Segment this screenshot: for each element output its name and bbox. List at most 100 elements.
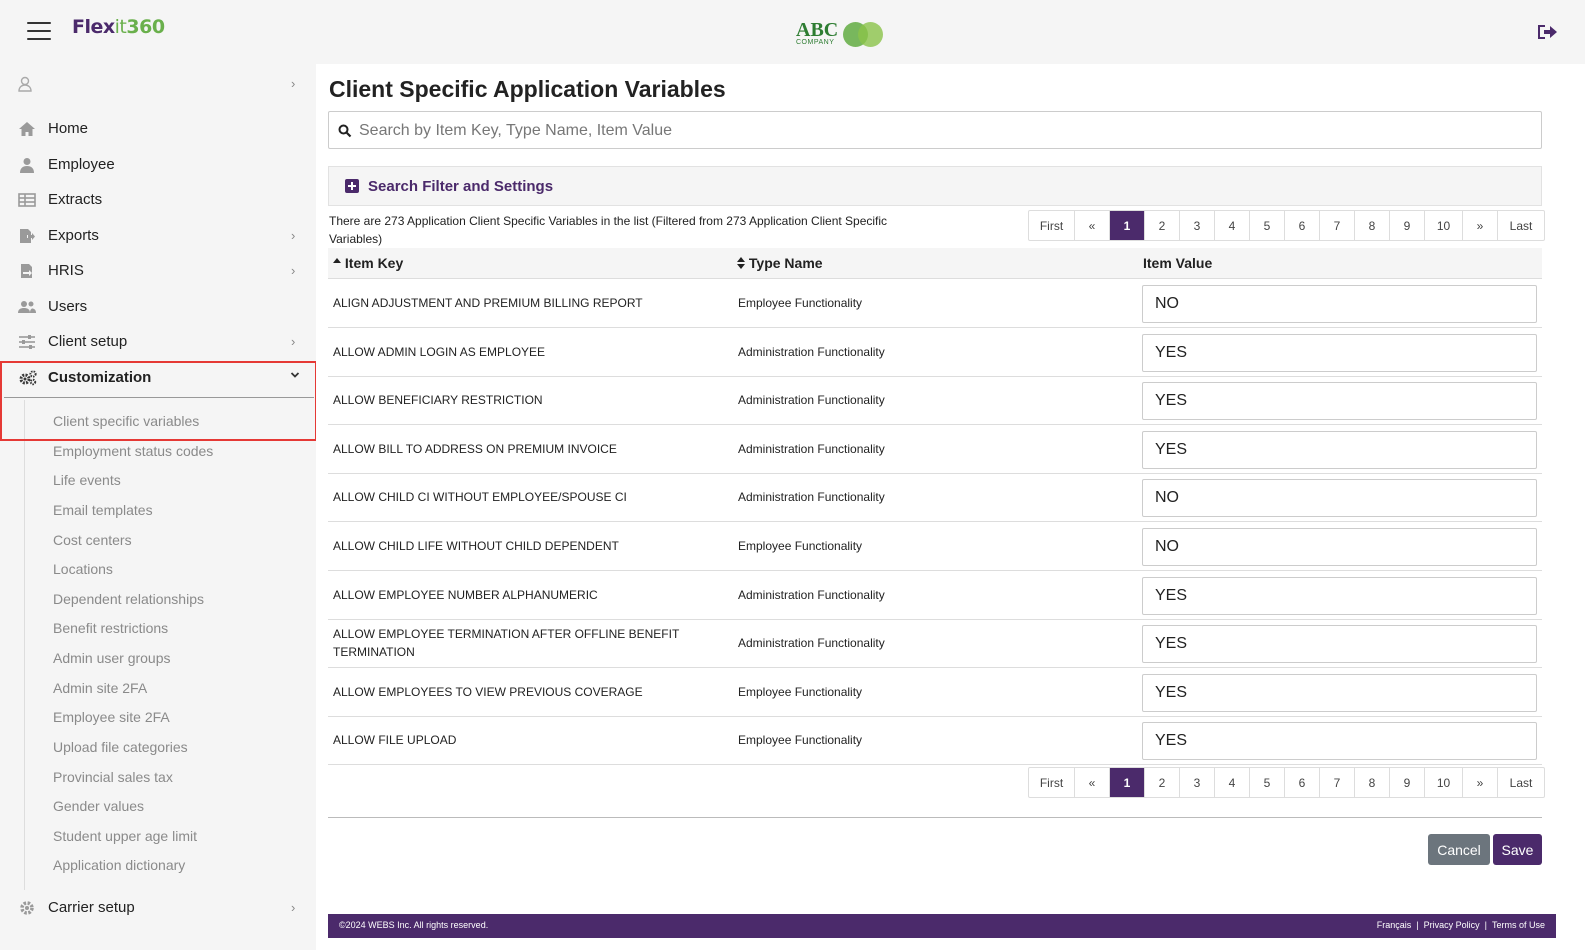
subnav-dependent-relationships[interactable]: Dependent relationships bbox=[53, 591, 204, 607]
type-name-cell: Employee Functionality bbox=[738, 733, 863, 748]
page-button[interactable]: 5 bbox=[1250, 211, 1285, 240]
item-key-cell: ALLOW ADMIN LOGIN AS EMPLOYEE bbox=[333, 344, 546, 359]
search-box bbox=[328, 111, 1542, 149]
sidebar: › Home Employee Extracts Exports › HRIS … bbox=[0, 64, 316, 950]
page-button[interactable]: » bbox=[1463, 768, 1498, 797]
subnav-gender-values[interactable]: Gender values bbox=[53, 798, 144, 814]
subnav-locations[interactable]: Locations bbox=[53, 561, 113, 577]
page-button[interactable]: 7 bbox=[1320, 211, 1355, 240]
item-value-input[interactable] bbox=[1142, 528, 1537, 566]
page-button[interactable]: « bbox=[1075, 768, 1110, 797]
subnav-application-dictionary[interactable]: Application dictionary bbox=[53, 857, 185, 873]
type-name-cell: Administration Functionality bbox=[738, 587, 885, 602]
chevron-right-icon: › bbox=[291, 76, 296, 91]
item-value-input[interactable] bbox=[1142, 576, 1537, 615]
page-button[interactable]: 9 bbox=[1390, 768, 1425, 797]
page-button[interactable]: 4 bbox=[1215, 768, 1250, 797]
page-button[interactable]: 5 bbox=[1250, 768, 1285, 797]
page-button[interactable]: First bbox=[1029, 211, 1075, 240]
table-row: ALLOW EMPLOYEE TERMINATION AFTER OFFLINE… bbox=[328, 619, 1542, 669]
logo-company-text: COMPANY bbox=[796, 39, 835, 46]
page-button[interactable]: 3 bbox=[1180, 211, 1215, 240]
hamburger-menu-icon[interactable] bbox=[27, 22, 51, 42]
subnav-employee-site-2fa[interactable]: Employee site 2FA bbox=[53, 709, 170, 725]
item-value-input[interactable] bbox=[1142, 382, 1537, 421]
users-icon bbox=[18, 299, 36, 315]
sidebar-item-customization[interactable]: Customization bbox=[0, 360, 316, 396]
page-button[interactable]: 1 bbox=[1110, 211, 1145, 240]
page-button[interactable]: 7 bbox=[1320, 768, 1355, 797]
item-value-input[interactable] bbox=[1142, 333, 1537, 372]
copyright-text: ©2024 WEBS Inc. All rights reserved. bbox=[339, 920, 489, 930]
terms-of-use-link[interactable]: Terms of Use bbox=[1492, 920, 1545, 930]
footer: ©2024 WEBS Inc. All rights reserved. Fra… bbox=[328, 914, 1556, 938]
page-button[interactable]: 8 bbox=[1355, 211, 1390, 240]
subnav-guide-line bbox=[24, 400, 25, 890]
item-key-cell: ALLOW EMPLOYEE TERMINATION AFTER OFFLINE… bbox=[333, 627, 680, 660]
page-button[interactable]: 6 bbox=[1285, 211, 1320, 240]
page-button[interactable]: 1 bbox=[1110, 768, 1145, 797]
logout-icon[interactable] bbox=[1536, 22, 1558, 42]
privacy-policy-link[interactable]: Privacy Policy bbox=[1424, 920, 1480, 930]
page-button[interactable]: 8 bbox=[1355, 768, 1390, 797]
search-input[interactable] bbox=[359, 120, 1529, 142]
subnav-life-events[interactable]: Life events bbox=[53, 472, 121, 488]
subnav-client-specific-variables[interactable]: Client specific variables bbox=[53, 413, 199, 429]
subnav-admin-site-2fa[interactable]: Admin site 2FA bbox=[53, 680, 147, 696]
table-row: ALIGN ADJUSTMENT AND PREMIUM BILLING REP… bbox=[328, 279, 1542, 328]
page-button[interactable]: Last bbox=[1498, 768, 1544, 797]
sort-asc-icon bbox=[333, 258, 341, 263]
sidebar-item-users[interactable]: Users bbox=[0, 289, 316, 325]
sidebar-item-label: Exports bbox=[48, 227, 99, 244]
page-button[interactable]: 2 bbox=[1145, 768, 1180, 797]
sidebar-item-home[interactable]: Home bbox=[0, 111, 316, 147]
page-button[interactable]: 3 bbox=[1180, 768, 1215, 797]
sidebar-item-hris[interactable]: HRIS › bbox=[0, 253, 316, 289]
subnav-employment-status-codes[interactable]: Employment status codes bbox=[53, 443, 213, 459]
page-button[interactable]: 6 bbox=[1285, 768, 1320, 797]
table-row: ALLOW BILL TO ADDRESS ON PREMIUM INVOICE… bbox=[328, 425, 1542, 474]
sidebar-item-client-setup[interactable]: Client setup › bbox=[0, 324, 316, 360]
page-button[interactable]: 4 bbox=[1215, 211, 1250, 240]
item-value-input[interactable] bbox=[1142, 479, 1537, 518]
search-filter-toggle[interactable]: Search Filter and Settings bbox=[328, 166, 1542, 206]
save-button[interactable]: Save bbox=[1493, 834, 1542, 865]
column-header-type-name[interactable]: Type Name bbox=[737, 255, 823, 271]
item-value-input[interactable] bbox=[1142, 285, 1537, 323]
plus-square-icon bbox=[345, 179, 359, 193]
brand-text-1: Flex bbox=[72, 16, 115, 38]
subnav-cost-centers[interactable]: Cost centers bbox=[53, 532, 132, 548]
cancel-button[interactable]: Cancel bbox=[1428, 834, 1490, 865]
page-button[interactable]: 10 bbox=[1425, 211, 1463, 240]
sidebar-item-exports[interactable]: Exports › bbox=[0, 218, 316, 254]
page-button[interactable]: « bbox=[1075, 211, 1110, 240]
page-button[interactable]: 2 bbox=[1145, 211, 1180, 240]
sidebar-user-profile[interactable]: › bbox=[0, 66, 316, 102]
subnav-email-templates[interactable]: Email templates bbox=[53, 502, 153, 518]
type-name-cell: Administration Functionality bbox=[738, 441, 885, 456]
page-button[interactable]: Last bbox=[1498, 211, 1544, 240]
subnav-upload-file-categories[interactable]: Upload file categories bbox=[53, 739, 188, 755]
sidebar-item-carrier-setup[interactable]: Carrier setup › bbox=[0, 890, 316, 926]
column-header-item-key[interactable]: Item Key bbox=[333, 255, 403, 271]
item-value-input[interactable] bbox=[1142, 673, 1537, 712]
page-button[interactable]: 9 bbox=[1390, 211, 1425, 240]
chevron-right-icon: › bbox=[291, 263, 296, 278]
page-button[interactable]: » bbox=[1463, 211, 1498, 240]
item-value-input[interactable] bbox=[1142, 430, 1537, 469]
item-value-input[interactable] bbox=[1142, 722, 1537, 761]
subnav-benefit-restrictions[interactable]: Benefit restrictions bbox=[53, 620, 168, 636]
subnav-student-upper-age-limit[interactable]: Student upper age limit bbox=[53, 828, 197, 844]
page-button[interactable]: First bbox=[1029, 768, 1075, 797]
subnav-provincial-sales-tax[interactable]: Provincial sales tax bbox=[53, 769, 173, 785]
item-value-input[interactable] bbox=[1142, 625, 1537, 664]
flexit360-logo[interactable]: Flexit360 bbox=[72, 16, 165, 38]
sidebar-item-extracts[interactable]: Extracts bbox=[0, 182, 316, 218]
subnav-admin-user-groups[interactable]: Admin user groups bbox=[53, 650, 171, 666]
language-link[interactable]: Français bbox=[1377, 920, 1412, 930]
sidebar-item-label: Customization bbox=[48, 369, 152, 386]
sidebar-item-employee[interactable]: Employee bbox=[0, 147, 316, 183]
column-label: Item Key bbox=[344, 255, 404, 271]
page-button[interactable]: 10 bbox=[1425, 768, 1463, 797]
top-header: Flexit360 ABC COMPANY bbox=[0, 0, 1585, 64]
